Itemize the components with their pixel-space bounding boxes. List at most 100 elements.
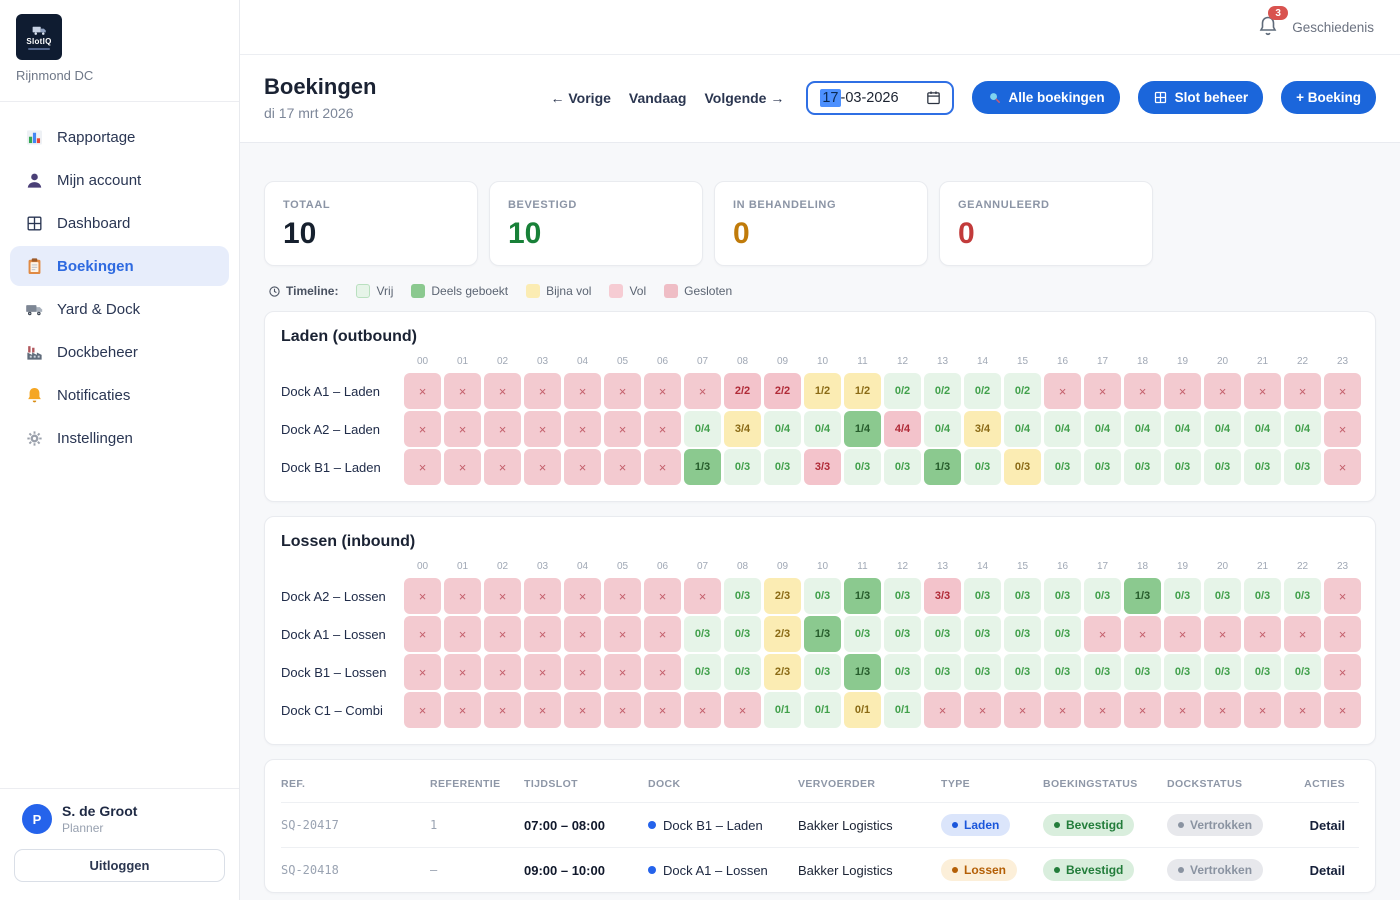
slot-cell[interactable]: 0/3 — [924, 616, 961, 652]
slot-cell[interactable]: 0/3 — [724, 449, 761, 485]
slot-cell[interactable]: 2/2 — [724, 373, 761, 409]
slot-cell[interactable]: 1/3 — [1124, 578, 1161, 614]
slot-cell[interactable]: 0/3 — [964, 654, 1001, 690]
sidebar-item-boekingen[interactable]: Boekingen — [10, 246, 229, 286]
slot-cell[interactable]: 0/3 — [884, 616, 921, 652]
slot-cell[interactable]: 0/4 — [764, 411, 801, 447]
slot-cell[interactable]: 0/1 — [764, 692, 801, 728]
slot-cell[interactable]: 0/3 — [924, 654, 961, 690]
slot-cell[interactable]: 0/3 — [964, 449, 1001, 485]
slot-cell[interactable]: 0/3 — [1004, 616, 1041, 652]
slot-cell[interactable]: 0/4 — [1284, 411, 1321, 447]
sidebar-item-notificaties[interactable]: Notificaties — [10, 375, 229, 415]
slot-cell[interactable]: 0/3 — [884, 449, 921, 485]
slot-cell[interactable]: 0/1 — [844, 692, 881, 728]
slot-cell[interactable]: 1/3 — [844, 578, 881, 614]
slot-cell[interactable]: 0/3 — [804, 578, 841, 614]
slot-cell[interactable]: 0/3 — [1084, 654, 1121, 690]
slot-cell[interactable]: 0/4 — [1044, 411, 1081, 447]
slot-cell[interactable]: 0/3 — [1204, 449, 1241, 485]
slot-management-button[interactable]: Slot beheer — [1138, 81, 1264, 114]
slot-cell[interactable]: 0/3 — [1284, 654, 1321, 690]
slot-cell[interactable]: 2/3 — [764, 578, 801, 614]
slot-cell[interactable]: 2/3 — [764, 616, 801, 652]
slot-cell[interactable]: 0/3 — [964, 616, 1001, 652]
slot-cell[interactable]: 0/3 — [1004, 654, 1041, 690]
today-link[interactable]: Vandaag — [629, 90, 687, 106]
slot-cell[interactable]: 0/3 — [1044, 616, 1081, 652]
slot-cell[interactable]: 0/3 — [1244, 654, 1281, 690]
sidebar-item-instellingen[interactable]: Instellingen — [10, 418, 229, 458]
slot-cell[interactable]: 0/4 — [1244, 411, 1281, 447]
slot-cell[interactable]: 1/4 — [844, 411, 881, 447]
slot-cell[interactable]: 0/3 — [1124, 654, 1161, 690]
slot-cell[interactable]: 0/2 — [884, 373, 921, 409]
slot-cell[interactable]: 0/3 — [1204, 578, 1241, 614]
detail-link[interactable]: Detail — [1310, 818, 1345, 833]
sidebar-item-dockbeheer[interactable]: Dockbeheer — [10, 332, 229, 372]
slot-cell[interactable]: 0/3 — [844, 616, 881, 652]
slot-cell[interactable]: 0/3 — [884, 654, 921, 690]
slot-cell[interactable]: 0/3 — [1164, 449, 1201, 485]
slot-cell[interactable]: 0/4 — [1164, 411, 1201, 447]
slot-cell[interactable]: 0/3 — [1044, 449, 1081, 485]
slot-cell[interactable]: 1/2 — [844, 373, 881, 409]
slot-cell[interactable]: 0/3 — [1084, 578, 1121, 614]
slot-cell[interactable]: 0/3 — [1044, 654, 1081, 690]
slot-cell[interactable]: 0/4 — [1124, 411, 1161, 447]
slot-cell[interactable]: 1/3 — [924, 449, 961, 485]
slot-cell[interactable]: 0/4 — [1204, 411, 1241, 447]
slot-cell[interactable]: 0/3 — [1244, 578, 1281, 614]
slot-cell[interactable]: 0/3 — [1204, 654, 1241, 690]
slot-cell[interactable]: 1/3 — [804, 616, 841, 652]
next-day-link[interactable]: Volgende → — [705, 90, 785, 106]
slot-cell[interactable]: 0/4 — [1004, 411, 1041, 447]
sidebar-item-rapportage[interactable]: Rapportage — [10, 117, 229, 157]
all-bookings-button[interactable]: Alle boekingen — [972, 81, 1120, 114]
slot-cell[interactable]: 0/3 — [764, 449, 801, 485]
sidebar-item-dashboard[interactable]: Dashboard — [10, 203, 229, 243]
slot-cell[interactable]: 0/1 — [804, 692, 841, 728]
slot-cell[interactable]: 0/4 — [804, 411, 841, 447]
slot-cell[interactable]: 0/3 — [964, 578, 1001, 614]
slot-cell[interactable]: 0/3 — [884, 578, 921, 614]
slot-cell[interactable]: 0/3 — [844, 449, 881, 485]
slot-cell[interactable]: 0/3 — [684, 616, 721, 652]
slot-cell[interactable]: 0/3 — [804, 654, 841, 690]
slot-cell[interactable]: 0/3 — [1284, 449, 1321, 485]
slot-cell[interactable]: 0/3 — [1244, 449, 1281, 485]
slot-cell[interactable]: 0/1 — [884, 692, 921, 728]
slot-cell[interactable]: 2/2 — [764, 373, 801, 409]
history-link[interactable]: Geschiedenis — [1292, 20, 1374, 35]
slot-cell[interactable]: 3/4 — [724, 411, 761, 447]
slot-cell[interactable]: 3/3 — [804, 449, 841, 485]
logout-button[interactable]: Uitloggen — [14, 849, 225, 882]
sidebar-item-yard-dock[interactable]: Yard & Dock — [10, 289, 229, 329]
sidebar-item-mijn-account[interactable]: Mijn account — [10, 160, 229, 200]
slot-cell[interactable]: 1/3 — [684, 449, 721, 485]
slot-cell[interactable]: 0/3 — [1044, 578, 1081, 614]
slot-cell[interactable]: 1/3 — [844, 654, 881, 690]
slot-cell[interactable]: 0/2 — [964, 373, 1001, 409]
slot-cell[interactable]: 0/4 — [924, 411, 961, 447]
slot-cell[interactable]: 0/2 — [1004, 373, 1041, 409]
add-booking-button[interactable]: + Boeking — [1281, 81, 1376, 114]
slot-cell[interactable]: 0/3 — [684, 654, 721, 690]
slot-cell[interactable]: 0/2 — [924, 373, 961, 409]
slot-cell[interactable]: 4/4 — [884, 411, 921, 447]
slot-cell[interactable]: 0/3 — [724, 616, 761, 652]
slot-cell[interactable]: 2/3 — [764, 654, 801, 690]
slot-cell[interactable]: 1/2 — [804, 373, 841, 409]
slot-cell[interactable]: 0/3 — [1084, 449, 1121, 485]
slot-cell[interactable]: 3/4 — [964, 411, 1001, 447]
slot-cell[interactable]: 0/3 — [1164, 654, 1201, 690]
slot-cell[interactable]: 0/3 — [1004, 578, 1041, 614]
slot-cell[interactable]: 0/4 — [1084, 411, 1121, 447]
slot-cell[interactable]: 3/3 — [924, 578, 961, 614]
slot-cell[interactable]: 0/3 — [1284, 578, 1321, 614]
slot-cell[interactable]: 0/3 — [1164, 578, 1201, 614]
date-input[interactable]: 17-03-2026 — [806, 81, 953, 115]
slot-cell[interactable]: 0/3 — [724, 578, 761, 614]
slot-cell[interactable]: 0/3 — [724, 654, 761, 690]
slot-cell[interactable]: 0/3 — [1004, 449, 1041, 485]
